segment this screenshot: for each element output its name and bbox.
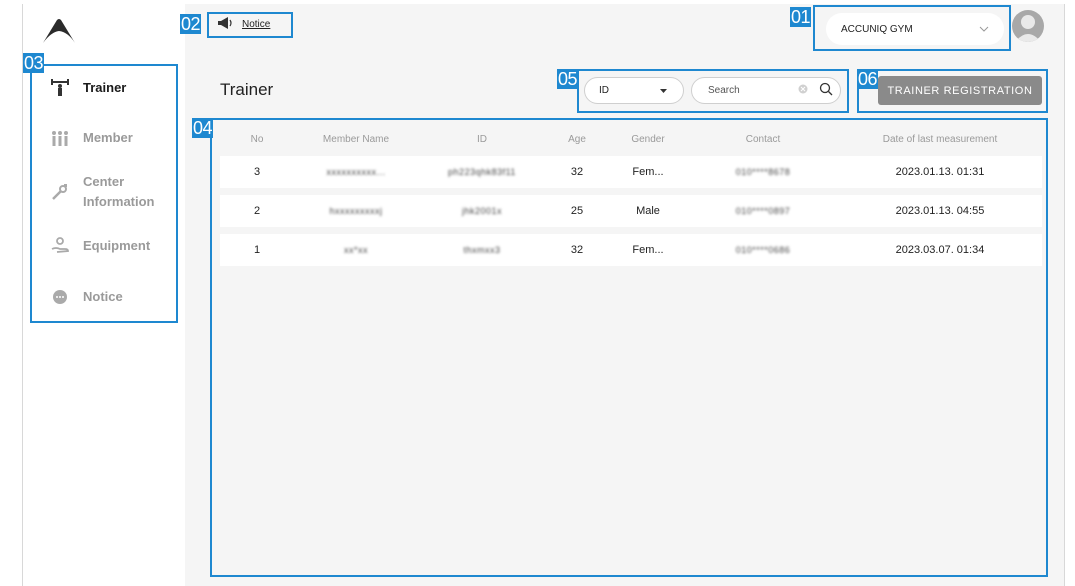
annotation-label-01: 01 [790,7,812,27]
annotation-label-06: 06 [857,69,879,89]
annotation-label-03: 03 [23,53,45,73]
annotation-box-03 [30,64,178,323]
annotation-label-04: 04 [192,118,214,138]
page-title: Trainer [220,80,274,99]
user-avatar-icon[interactable] [1012,10,1044,42]
annotation-box-06 [857,69,1048,113]
annotation-box-04 [210,118,1048,577]
accuniq-logo[interactable] [42,18,76,44]
annotation-box-05 [577,69,849,113]
annotation-label-05: 05 [557,69,579,89]
annotation-box-02 [207,12,293,38]
annotation-box-01 [813,5,1011,51]
annotation-label-02: 02 [180,14,202,34]
